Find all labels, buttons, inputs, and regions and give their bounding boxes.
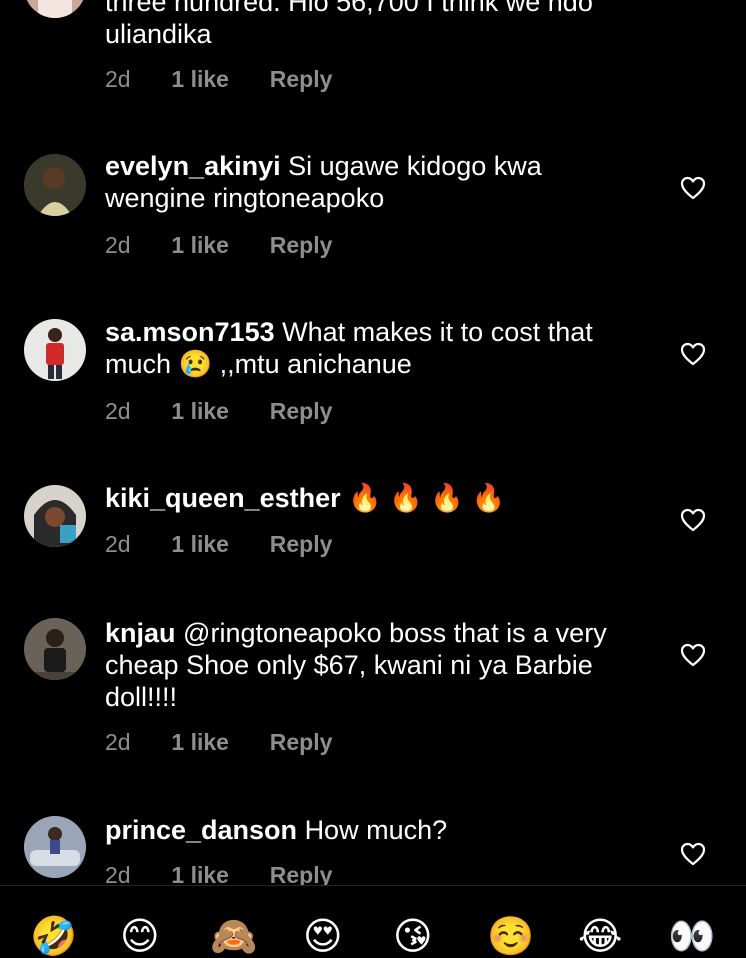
avatar[interactable] — [24, 816, 86, 878]
emoji-button-eyes[interactable]: 👀 — [668, 916, 715, 956]
reply-button[interactable]: Reply — [270, 729, 333, 756]
comment-body: 🔥 🔥 🔥 🔥 — [348, 483, 506, 513]
avatar[interactable] — [24, 618, 86, 680]
emoji-button-smile[interactable]: 😊 — [120, 916, 160, 956]
comment-text: sa.mson7153 What makes it to cost that m… — [105, 316, 645, 380]
comment-body: @ringtoneapoko boss that is a very cheap… — [105, 618, 607, 712]
comment-username[interactable]: knjau — [105, 618, 176, 648]
comment-time: 2d — [105, 398, 131, 424]
comment-text: knjau @ringtoneapoko boss that is a very… — [105, 617, 645, 713]
avatar[interactable] — [24, 0, 86, 18]
comment-meta: 2d 1 like Reply — [105, 531, 332, 558]
comment-text: prince_danson How much? — [105, 814, 645, 846]
like-count[interactable]: 1 like — [171, 398, 263, 425]
comment-username[interactable]: prince_danson — [105, 815, 297, 845]
comment-body: How much? — [304, 815, 448, 845]
comment-username[interactable]: kiki_queen_esther — [105, 483, 341, 513]
emoji-button-blush[interactable]: ☺️ — [487, 916, 534, 956]
like-count[interactable]: 1 like — [171, 729, 263, 756]
like-count[interactable]: 1 like — [171, 531, 263, 558]
comment-username[interactable]: sa.mson7153 — [105, 317, 275, 347]
reply-button[interactable]: Reply — [270, 531, 333, 558]
reply-button[interactable]: Reply — [270, 398, 333, 425]
reply-button[interactable]: Reply — [270, 862, 333, 885]
avatar[interactable] — [24, 485, 86, 547]
heart-icon[interactable] — [680, 176, 706, 200]
comment-meta: 2d 1 like Reply — [105, 66, 332, 93]
emoji-button-joy[interactable]: 😂 — [578, 916, 622, 956]
avatar[interactable] — [24, 319, 86, 381]
avatar[interactable] — [24, 154, 86, 216]
heart-icon[interactable] — [680, 643, 706, 667]
comment-meta: 2d 1 like Reply — [105, 729, 332, 756]
reply-button[interactable]: Reply — [270, 232, 333, 259]
reply-button[interactable]: Reply — [270, 66, 333, 93]
comment-body: three hundred. Hio 56,700 I think we ndo… — [105, 0, 593, 49]
emoji-button-rofl[interactable]: 🤣 — [30, 916, 77, 956]
emoji-button-see-no-evil[interactable]: 🙈 — [210, 916, 257, 956]
like-count[interactable]: 1 like — [171, 862, 263, 885]
comment-text: three hundred. Hio 56,700 I think we ndo… — [105, 0, 645, 50]
comment-time: 2d — [105, 531, 131, 557]
emoji-button-heart-eyes[interactable]: 😍 — [303, 916, 343, 956]
comment-text: kiki_queen_esther 🔥 🔥 🔥 🔥 — [105, 482, 645, 514]
heart-icon[interactable] — [680, 508, 706, 532]
heart-icon[interactable] — [680, 342, 706, 366]
comment-meta: 2d 1 like Reply — [105, 232, 332, 259]
comment-meta: 2d 1 like Reply — [105, 862, 332, 885]
comment-time: 2d — [105, 66, 131, 92]
comments-list: three hundred. Hio 56,700 I think we ndo… — [0, 0, 746, 885]
like-count[interactable]: 1 like — [171, 66, 263, 93]
comment-time: 2d — [105, 862, 131, 885]
comment-time: 2d — [105, 232, 131, 258]
emoji-reaction-bar: 🤣 😊 🙈 😍 😘 ☺️ 😂 👀 — [0, 885, 746, 956]
emoji-button-kiss[interactable]: 😘 — [393, 916, 433, 956]
like-count[interactable]: 1 like — [171, 232, 263, 259]
comment-username[interactable]: evelyn_akinyi — [105, 151, 281, 181]
comment-meta: 2d 1 like Reply — [105, 398, 332, 425]
heart-icon[interactable] — [680, 842, 706, 866]
comment-time: 2d — [105, 729, 131, 755]
comment-text: evelyn_akinyi Si ugawe kidogo kwa wengin… — [105, 150, 645, 214]
